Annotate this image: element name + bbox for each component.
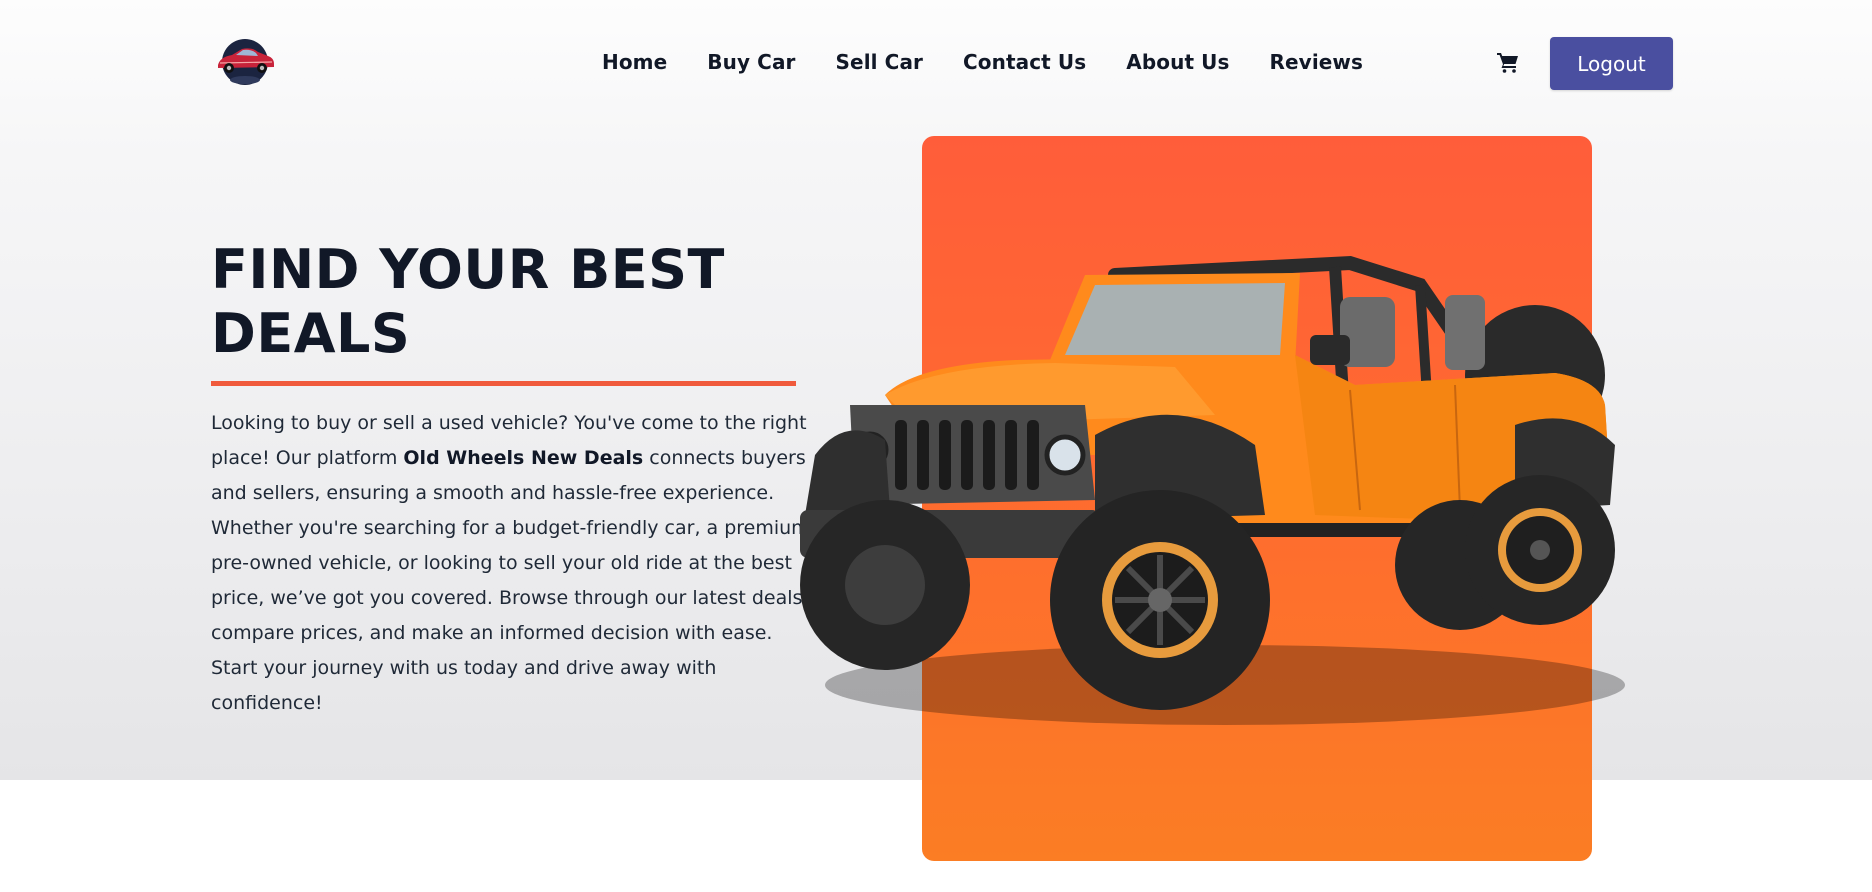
nav-buy-car[interactable]: Buy Car — [707, 50, 795, 74]
nav-reviews[interactable]: Reviews — [1270, 50, 1364, 74]
brand-name: Old Wheels New Deals — [403, 447, 644, 469]
hero-description: Looking to buy or sell a used vehicle? Y… — [211, 406, 811, 721]
nav-about-us[interactable]: About Us — [1126, 50, 1229, 74]
hero-title-line1: FIND YOUR BEST — [211, 238, 725, 301]
nav-sell-car[interactable]: Sell Car — [836, 50, 923, 74]
main-nav: Home Buy Car Sell Car Contact Us About U… — [602, 50, 1403, 74]
hero-title: FIND YOUR BEST DEALS — [211, 238, 831, 366]
title-underline — [211, 381, 796, 386]
desc-rest: connects buyers and sellers, ensuring a … — [211, 447, 810, 714]
orange-jeep-image — [800, 255, 1625, 725]
cart-icon[interactable] — [1496, 50, 1520, 74]
logout-button[interactable]: Logout — [1550, 37, 1673, 90]
navbar: Home Buy Car Sell Car Contact Us About U… — [0, 0, 1872, 128]
nav-contact-us[interactable]: Contact Us — [963, 50, 1086, 74]
car-logo-icon — [218, 39, 274, 85]
hero-title-line2: DEALS — [211, 302, 411, 365]
site-logo[interactable] — [214, 38, 276, 86]
nav-home[interactable]: Home — [602, 50, 667, 74]
